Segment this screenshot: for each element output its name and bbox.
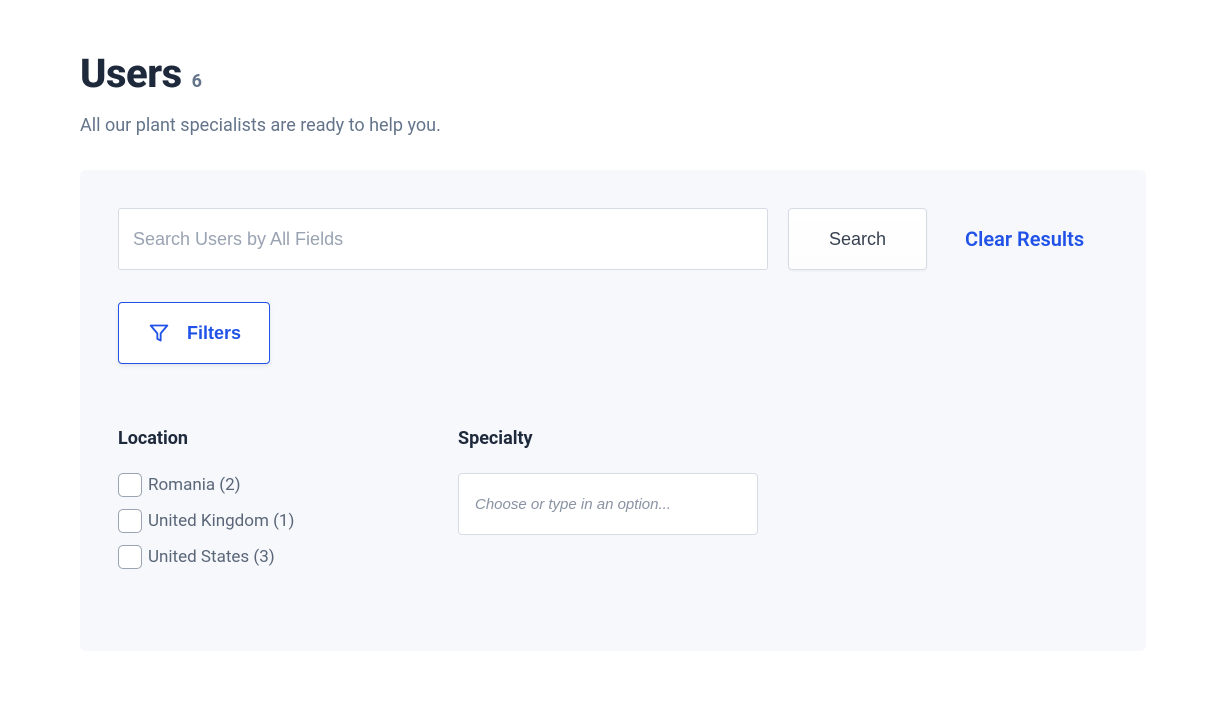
search-button[interactable]: Search (788, 208, 927, 270)
checkbox-label: Romania (2) (148, 475, 241, 495)
checkbox[interactable] (118, 509, 142, 533)
specialty-heading: Specialty (458, 428, 758, 449)
checkbox[interactable] (118, 545, 142, 569)
specialty-input[interactable] (458, 473, 758, 535)
location-option[interactable]: United Kingdom (1) (118, 509, 418, 533)
checkbox-label: United States (3) (148, 547, 275, 567)
page-title: Users (80, 50, 182, 97)
filter-icon (149, 323, 169, 343)
search-filter-panel: Search Clear Results Filters Location Ro… (80, 170, 1146, 651)
filters-button-label: Filters (187, 323, 241, 344)
clear-results-link[interactable]: Clear Results (965, 227, 1084, 251)
page-subtitle: All our plant specialists are ready to h… (80, 115, 1146, 136)
location-option[interactable]: United States (3) (118, 545, 418, 569)
filters-button[interactable]: Filters (118, 302, 270, 364)
page-count: 6 (192, 71, 202, 92)
search-input[interactable] (118, 208, 768, 270)
location-option[interactable]: Romania (2) (118, 473, 418, 497)
checkbox-label: United Kingdom (1) (148, 511, 294, 531)
location-heading: Location (118, 428, 418, 449)
filter-group-location: Location Romania (2) United Kingdom (1) … (118, 428, 418, 581)
filter-group-specialty: Specialty (458, 428, 758, 581)
checkbox[interactable] (118, 473, 142, 497)
